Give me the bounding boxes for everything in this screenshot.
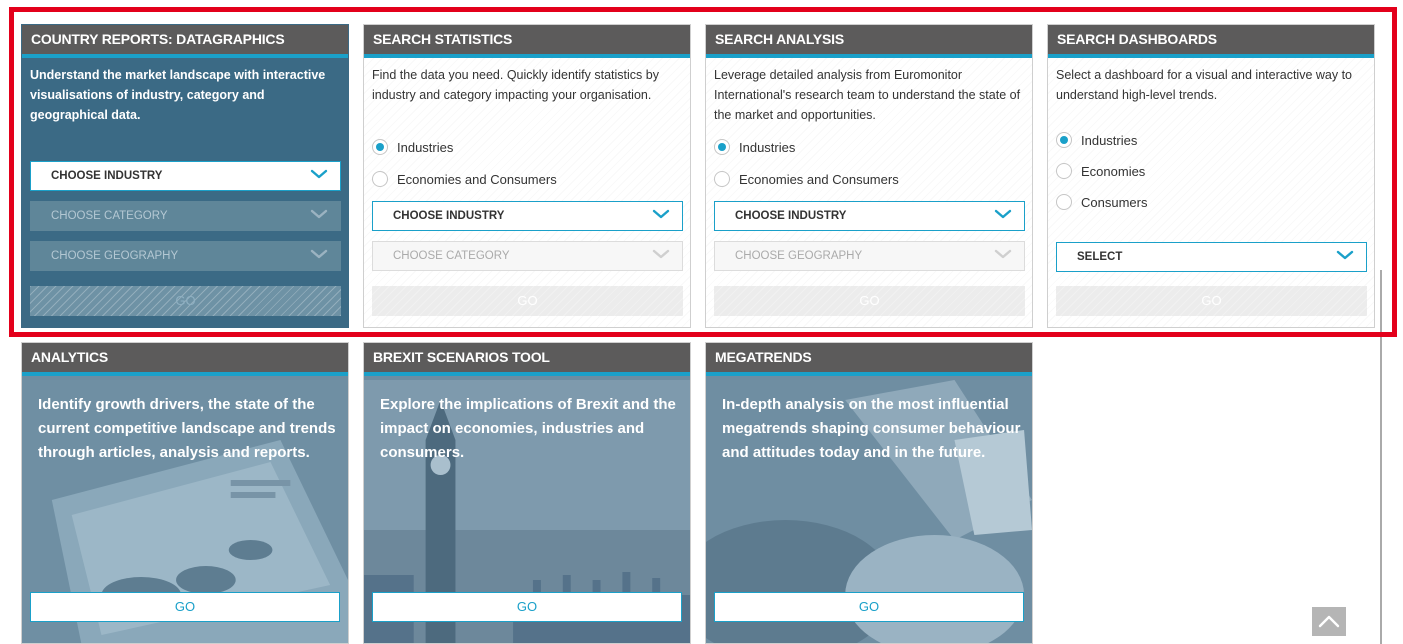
go-button[interactable]: GO	[30, 592, 340, 622]
chevron-down-icon	[310, 169, 328, 179]
choose-industry-select[interactable]: CHOOSE INDUSTRY	[30, 161, 341, 191]
select-label: CHOOSE CATEGORY	[51, 210, 168, 222]
card-title: SEARCH STATISTICS	[364, 25, 690, 58]
search-statistics-card: SEARCH STATISTICS Find the data you need…	[363, 24, 691, 328]
country-reports-card: COUNTRY REPORTS: DATAGRAPHICS Understand…	[21, 24, 349, 328]
chevron-down-icon	[994, 249, 1012, 259]
choose-industry-select[interactable]: CHOOSE INDUSTRY	[714, 201, 1025, 231]
go-button[interactable]: GO	[714, 592, 1024, 622]
radio-label: Economies and Consumers	[397, 171, 557, 187]
radio-label: Consumers	[1081, 194, 1148, 210]
go-button[interactable]: GO	[714, 286, 1025, 316]
choose-geography-select[interactable]: CHOOSE GEOGRAPHY	[30, 241, 341, 271]
select-label: CHOOSE INDUSTRY	[393, 210, 505, 222]
select-label: CHOOSE INDUSTRY	[51, 170, 163, 182]
radio-label: Industries	[739, 139, 796, 155]
go-button[interactable]: GO	[372, 592, 682, 622]
card-description: Find the data you need. Quickly identify…	[372, 68, 659, 102]
radio-industries[interactable]: Industries	[372, 137, 453, 157]
brexit-scenarios-card: BREXIT SCENARIOS TOOL Explore the implic…	[363, 342, 691, 644]
back-to-top-button[interactable]	[1312, 607, 1346, 636]
radio-button[interactable]	[714, 139, 730, 155]
radio-label: Economies and Consumers	[739, 171, 899, 187]
analytics-card: ANALYTICS Identify growth drivers, the s…	[21, 342, 349, 644]
radio-button[interactable]	[1056, 132, 1072, 148]
radio-economies[interactable]: Economies	[1056, 161, 1145, 181]
card-description: Identify growth drivers, the state of th…	[38, 396, 336, 461]
radio-button[interactable]	[1056, 194, 1072, 210]
select-label: CHOOSE GEOGRAPHY	[51, 250, 179, 262]
radio-label: Industries	[397, 139, 454, 155]
choose-industry-select[interactable]: CHOOSE INDUSTRY	[372, 201, 683, 231]
radio-button[interactable]	[372, 139, 388, 155]
card-description: In-depth analysis on the most influentia…	[722, 396, 1021, 461]
card-title: BREXIT SCENARIOS TOOL	[364, 343, 690, 376]
search-analysis-card: SEARCH ANALYSIS Leverage detailed analys…	[705, 24, 1033, 328]
page: COUNTRY REPORTS: DATAGRAPHICS Understand…	[0, 0, 1403, 644]
choose-category-select[interactable]: CHOOSE CATEGORY	[372, 241, 683, 271]
go-button[interactable]: GO	[372, 286, 683, 316]
radio-industries[interactable]: Industries	[1056, 130, 1137, 150]
chevron-down-icon	[994, 209, 1012, 219]
card-title: MEGATRENDS	[706, 343, 1032, 376]
card-title: ANALYTICS	[22, 343, 348, 376]
radio-economies-consumers[interactable]: Economies and Consumers	[372, 169, 557, 189]
chevron-down-icon	[1336, 250, 1354, 260]
card-description: Leverage detailed analysis from Euromoni…	[714, 68, 1021, 122]
card-title: SEARCH DASHBOARDS	[1048, 25, 1374, 58]
select-label: SELECT	[1077, 251, 1123, 263]
radio-consumers[interactable]: Consumers	[1056, 192, 1147, 212]
search-dashboards-card: SEARCH DASHBOARDS Select a dashboard for…	[1047, 24, 1375, 328]
select-label: CHOOSE INDUSTRY	[735, 210, 847, 222]
chevron-down-icon	[310, 249, 328, 259]
card-description: Understand the market landscape with int…	[30, 68, 326, 122]
select-label: CHOOSE CATEGORY	[393, 250, 510, 262]
card-description: Select a dashboard for a visual and inte…	[1056, 68, 1353, 102]
radio-button[interactable]	[714, 171, 730, 187]
card-title: COUNTRY REPORTS: DATAGRAPHICS	[22, 25, 348, 58]
dashboard-select[interactable]: SELECT	[1056, 242, 1367, 272]
radio-industries[interactable]: Industries	[714, 137, 795, 157]
radio-button[interactable]	[1056, 163, 1072, 179]
card-title: SEARCH ANALYSIS	[706, 25, 1032, 58]
chevron-up-icon	[1318, 615, 1340, 628]
radio-label: Economies	[1081, 163, 1146, 179]
card-description: Explore the implications of Brexit and t…	[380, 396, 676, 461]
chevron-down-icon	[310, 209, 328, 219]
select-label: CHOOSE GEOGRAPHY	[735, 250, 863, 262]
megatrends-card: MEGATRENDS In-depth analysis on the most…	[705, 342, 1033, 644]
radio-label: Industries	[1081, 132, 1138, 148]
chevron-down-icon	[652, 209, 670, 219]
go-button[interactable]: GO	[30, 286, 341, 316]
go-button[interactable]: GO	[1056, 286, 1367, 316]
radio-button[interactable]	[372, 171, 388, 187]
choose-geography-select[interactable]: CHOOSE GEOGRAPHY	[714, 241, 1025, 271]
radio-economies-consumers[interactable]: Economies and Consumers	[714, 169, 899, 189]
choose-category-select[interactable]: CHOOSE CATEGORY	[30, 201, 341, 231]
chevron-down-icon	[652, 249, 670, 259]
scrollbar[interactable]	[1380, 270, 1382, 644]
